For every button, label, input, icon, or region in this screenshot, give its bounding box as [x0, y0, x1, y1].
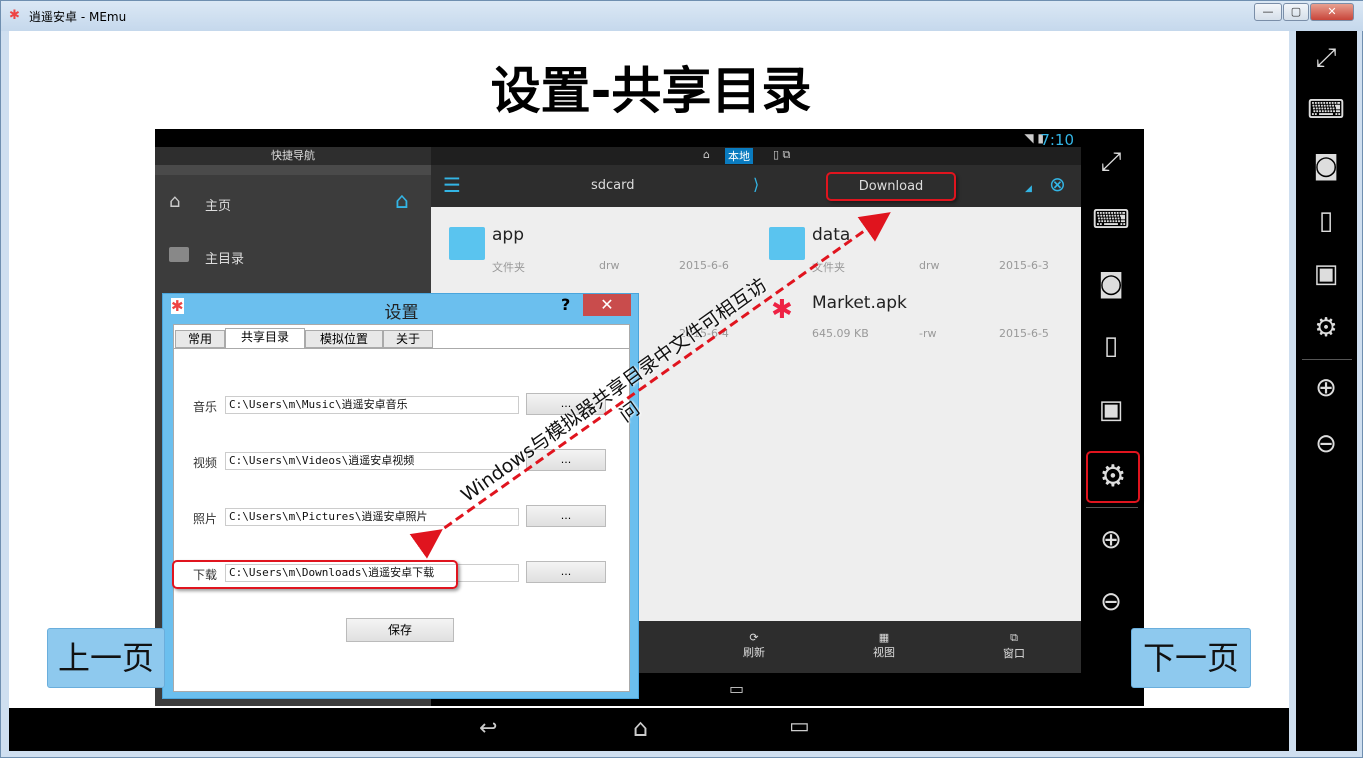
home-icon[interactable]: ⌂ — [633, 714, 648, 742]
settings-icon[interactable]: ⚙ — [1296, 313, 1356, 343]
camera-icon[interactable]: ◙ — [1296, 151, 1356, 181]
android-nav-bar: ↩ ⌂ ▭ — [9, 708, 1289, 751]
apk-install-icon[interactable]: ▣ — [1296, 259, 1356, 289]
rotate-icon[interactable]: ▯ — [1296, 206, 1356, 236]
emulator-sidebar: ⤢ ⌨ ◙ ▯ ▣ ⚙ ⊕ ⊖ — [1296, 31, 1357, 751]
volume-down-icon[interactable]: ⊖ — [1296, 429, 1356, 459]
next-page-button[interactable]: 下一页 — [1131, 628, 1251, 688]
prev-page-button[interactable]: 上一页 — [47, 628, 165, 688]
recent-apps-icon[interactable]: ▭ — [789, 714, 810, 739]
emulator-window: ✱ 逍遥安卓 - MEmu — ▢ ✕ 设置-共享目录 ◥ ▮ 7:10 快捷导… — [0, 0, 1363, 758]
keyboard-icon[interactable]: ⌨ — [1296, 95, 1356, 125]
fullscreen-icon[interactable]: ⤢ — [1296, 43, 1356, 74]
volume-up-icon[interactable]: ⊕ — [1296, 373, 1356, 403]
back-icon[interactable]: ↩ — [479, 716, 497, 741]
